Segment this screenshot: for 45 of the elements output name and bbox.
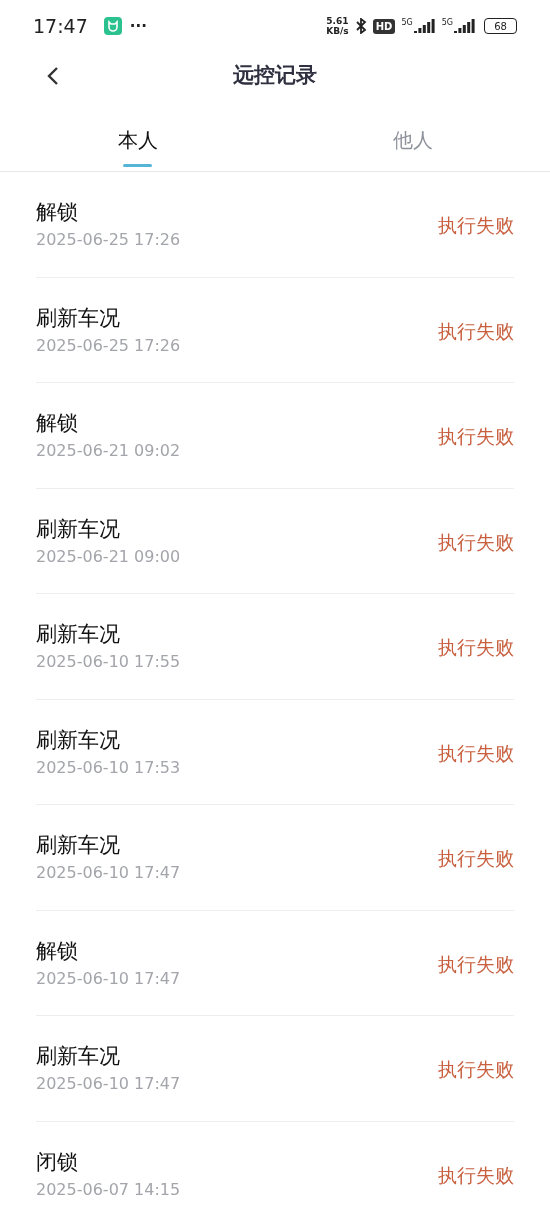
record-time: 2025-06-10 17:53 [36, 757, 182, 778]
record-result: 执行失败 [438, 1057, 514, 1082]
record-result: 执行失败 [438, 529, 514, 555]
record-time: 2025-06-25 17:26 [36, 335, 182, 356]
record-result: 执行失败 [438, 740, 514, 766]
record-action: 闭锁 [36, 1148, 79, 1176]
record-action: 刷新车况 [36, 1043, 121, 1071]
record-time: 2025-06-25 17:26 [36, 230, 182, 251]
record-action: 刷新车况 [36, 515, 121, 543]
network-type: 5G [401, 19, 413, 27]
record-action: 刷新车况 [36, 726, 121, 754]
record-result: 执行失败 [438, 635, 514, 660]
record-time: 2025-06-07 14:15 [36, 1179, 182, 1200]
record-result: 执行失败 [438, 1162, 514, 1188]
record-time: 2025-06-10 17:47 [36, 968, 182, 989]
record-result: 执行失败 [438, 213, 514, 238]
signal-icon [454, 19, 476, 33]
record-action: 刷新车况 [36, 621, 121, 649]
page-title: 远控记录 [233, 62, 317, 90]
record-action: 解锁 [36, 199, 79, 227]
record-time: 2025-06-10 17:55 [36, 652, 182, 673]
tab[interactable]: 本人 [117, 125, 158, 155]
signal-icon [413, 19, 436, 33]
tab-indicator [123, 164, 152, 167]
bluetooth-icon [354, 18, 367, 34]
record-action: 解锁 [36, 410, 79, 438]
record-time: 2025-06-21 09:00 [36, 546, 182, 567]
app-icon [103, 17, 122, 35]
record-result: 执行失败 [438, 951, 514, 977]
record-action: 刷新车况 [36, 304, 121, 332]
record-action: 解锁 [36, 937, 79, 965]
record-result: 执行失败 [438, 424, 514, 449]
network-type: 5G [441, 19, 453, 27]
hd-badge: HD [372, 18, 396, 34]
record-result: 执行失败 [438, 846, 514, 871]
record-time: 2025-06-21 09:02 [36, 441, 182, 462]
network-speed: 5.61 KB/s [326, 16, 349, 36]
clock: 17:47 [33, 13, 88, 39]
record-result: 执行失败 [438, 318, 514, 344]
back-icon [47, 66, 59, 86]
record-action: 刷新车况 [36, 832, 121, 860]
more-notifications: ··· [129, 15, 147, 37]
record-time: 2025-06-10 17:47 [36, 863, 182, 884]
battery-indicator: 68 [484, 18, 517, 34]
record-time: 2025-06-10 17:47 [36, 1074, 182, 1095]
